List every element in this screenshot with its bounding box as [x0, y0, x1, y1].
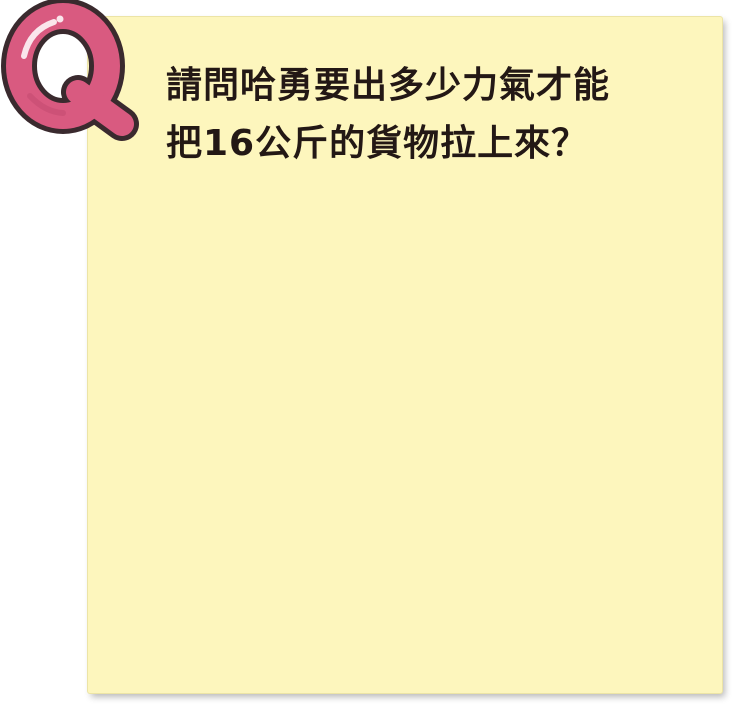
question-text: 請問哈勇要出多少力氣才能 把16公斤的貨物拉上來？	[166, 57, 706, 173]
question-line-2: 把16公斤的貨物拉上來？	[166, 123, 589, 164]
q-badge-icon	[1, 0, 139, 141]
question-line-1: 請問哈勇要出多少力氣才能	[166, 65, 611, 106]
